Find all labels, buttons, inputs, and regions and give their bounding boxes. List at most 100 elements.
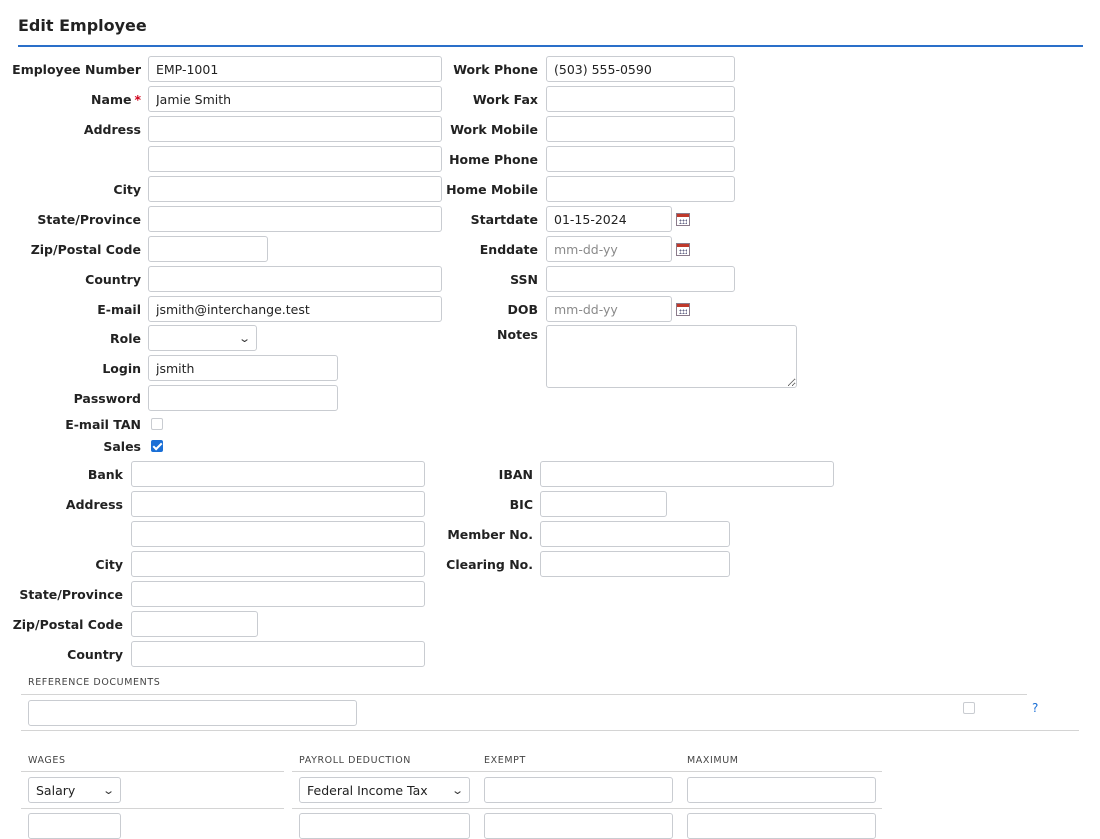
wages-divider [21, 771, 284, 772]
row-divider [292, 808, 882, 809]
member-number-label: Member No. [447, 527, 533, 542]
home-mobile-label: Home Mobile [446, 182, 538, 197]
ssn-input[interactable] [546, 266, 735, 292]
state-input[interactable] [148, 206, 442, 232]
maximum-header: Maximum [687, 755, 739, 766]
city-label: City [113, 182, 141, 197]
payroll-deduction-header: Payroll Deduction [299, 755, 411, 766]
exempt-header: Exempt [484, 755, 526, 766]
reference-documents-header: Reference Documents [28, 677, 161, 688]
role-select[interactable]: ⌄ [148, 325, 257, 351]
clearing-number-input[interactable] [540, 551, 730, 577]
home-phone-label: Home Phone [449, 152, 538, 167]
reference-documents-input[interactable] [28, 700, 357, 726]
bank-label: Bank [87, 467, 123, 482]
zip-input[interactable] [148, 236, 268, 262]
work-mobile-input[interactable] [546, 116, 735, 142]
calendar-icon[interactable] [676, 213, 690, 226]
password-label: Password [73, 391, 141, 406]
wages-header: Wages [28, 755, 66, 766]
work-mobile-label: Work Mobile [450, 122, 538, 137]
bank-input[interactable] [131, 461, 425, 487]
country-input[interactable] [148, 266, 442, 292]
bank-country-input[interactable] [131, 641, 425, 667]
maximum-input-next[interactable] [687, 813, 876, 839]
startdate-input[interactable] [546, 206, 672, 232]
bank-city-label: City [95, 557, 123, 572]
notes-textarea[interactable] [546, 325, 797, 388]
role-label: Role [110, 331, 141, 346]
home-phone-input[interactable] [546, 146, 735, 172]
bic-input[interactable] [540, 491, 667, 517]
bank-state-label: State/Province [19, 587, 123, 602]
email-input[interactable] [148, 296, 442, 322]
reference-documents-checkbox[interactable] [963, 702, 975, 714]
chevron-down-icon: ⌄ [450, 783, 464, 797]
dob-input[interactable] [546, 296, 672, 322]
employee-number-input[interactable] [148, 56, 442, 82]
bank-zip-label: Zip/Postal Code [12, 617, 123, 632]
bank-address-line1-input[interactable] [131, 491, 425, 517]
help-icon[interactable]: ? [1032, 701, 1038, 715]
section-divider [21, 730, 1079, 731]
wage-type-select[interactable]: Salary ⌄ [28, 777, 121, 803]
iban-label: IBAN [498, 467, 533, 482]
notes-label: Notes [497, 327, 538, 342]
bic-label: BIC [509, 497, 533, 512]
row-divider [21, 808, 284, 809]
payroll-deduction-select-next[interactable] [299, 813, 470, 839]
page-title: Edit Employee [18, 16, 147, 35]
calendar-icon[interactable] [676, 243, 690, 256]
iban-input[interactable] [540, 461, 834, 487]
section-divider [21, 694, 1027, 695]
wage-type-select-next[interactable] [28, 813, 121, 839]
wage-type-value: Salary [36, 782, 76, 798]
login-label: Login [102, 361, 141, 376]
bank-country-label: Country [67, 647, 123, 662]
email-label: E-mail [97, 302, 141, 317]
name-input[interactable] [148, 86, 442, 112]
country-label: Country [85, 272, 141, 287]
required-marker: * [134, 92, 141, 107]
password-input[interactable] [148, 385, 338, 411]
address-label: Address [83, 122, 141, 137]
enddate-label: Enddate [479, 242, 538, 257]
address-line2-input[interactable] [148, 146, 442, 172]
payroll-deduction-value: Federal Income Tax [307, 782, 428, 798]
enddate-input[interactable] [546, 236, 672, 262]
login-input[interactable] [148, 355, 338, 381]
payroll-deduction-select[interactable]: Federal Income Tax ⌄ [299, 777, 470, 803]
bank-zip-input[interactable] [131, 611, 258, 637]
bank-address-line2-input[interactable] [131, 521, 425, 547]
home-mobile-input[interactable] [546, 176, 735, 202]
work-phone-input[interactable] [546, 56, 735, 82]
email-tan-label: E-mail TAN [65, 417, 141, 432]
zip-label: Zip/Postal Code [30, 242, 141, 257]
chevron-down-icon: ⌄ [237, 331, 251, 345]
employee-number-label: Employee Number [12, 62, 141, 77]
address-line1-input[interactable] [148, 116, 442, 142]
exempt-input[interactable] [484, 777, 673, 803]
dob-label: DOB [507, 302, 538, 317]
member-number-input[interactable] [540, 521, 730, 547]
sales-checkbox[interactable] [151, 440, 163, 452]
deduction-divider [292, 771, 882, 772]
ssn-label: SSN [510, 272, 538, 287]
work-fax-input[interactable] [546, 86, 735, 112]
bank-state-input[interactable] [131, 581, 425, 607]
calendar-icon[interactable] [676, 303, 690, 316]
name-label: Name * [91, 92, 141, 107]
email-tan-checkbox[interactable] [151, 418, 163, 430]
bank-city-input[interactable] [131, 551, 425, 577]
sales-label: Sales [103, 439, 141, 454]
clearing-number-label: Clearing No. [446, 557, 533, 572]
maximum-input[interactable] [687, 777, 876, 803]
exempt-input-next[interactable] [484, 813, 673, 839]
title-divider [18, 45, 1083, 47]
city-input[interactable] [148, 176, 442, 202]
work-fax-label: Work Fax [472, 92, 538, 107]
bank-address-label: Address [65, 497, 123, 512]
work-phone-label: Work Phone [453, 62, 538, 77]
startdate-label: Startdate [470, 212, 538, 227]
chevron-down-icon: ⌄ [101, 783, 115, 797]
